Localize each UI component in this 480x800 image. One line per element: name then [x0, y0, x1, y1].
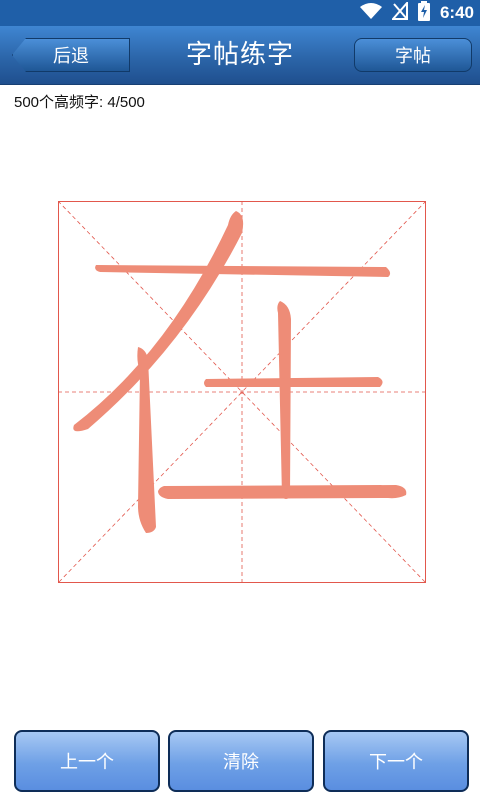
header: 字帖练字 后退 字帖 [0, 26, 480, 85]
wifi-icon [359, 2, 382, 24]
practice-grid[interactable] [58, 201, 426, 583]
previous-button[interactable]: 上一个 [14, 730, 160, 792]
progress-text: 500个高频字: 4/500 [14, 94, 145, 111]
back-button[interactable]: 后退 [12, 38, 130, 72]
no-signal-icon [390, 0, 408, 24]
status-icons: 6:40 [359, 0, 474, 26]
clear-button[interactable]: 清除 [168, 730, 314, 792]
bottom-bar: 上一个 清除 下一个 [0, 730, 480, 792]
status-bar: 6:40 [0, 0, 480, 26]
battery-charging-icon [417, 1, 430, 25]
next-button[interactable]: 下一个 [323, 730, 469, 792]
status-time: 6:40 [439, 3, 474, 22]
copybook-button[interactable]: 字帖 [354, 38, 472, 72]
